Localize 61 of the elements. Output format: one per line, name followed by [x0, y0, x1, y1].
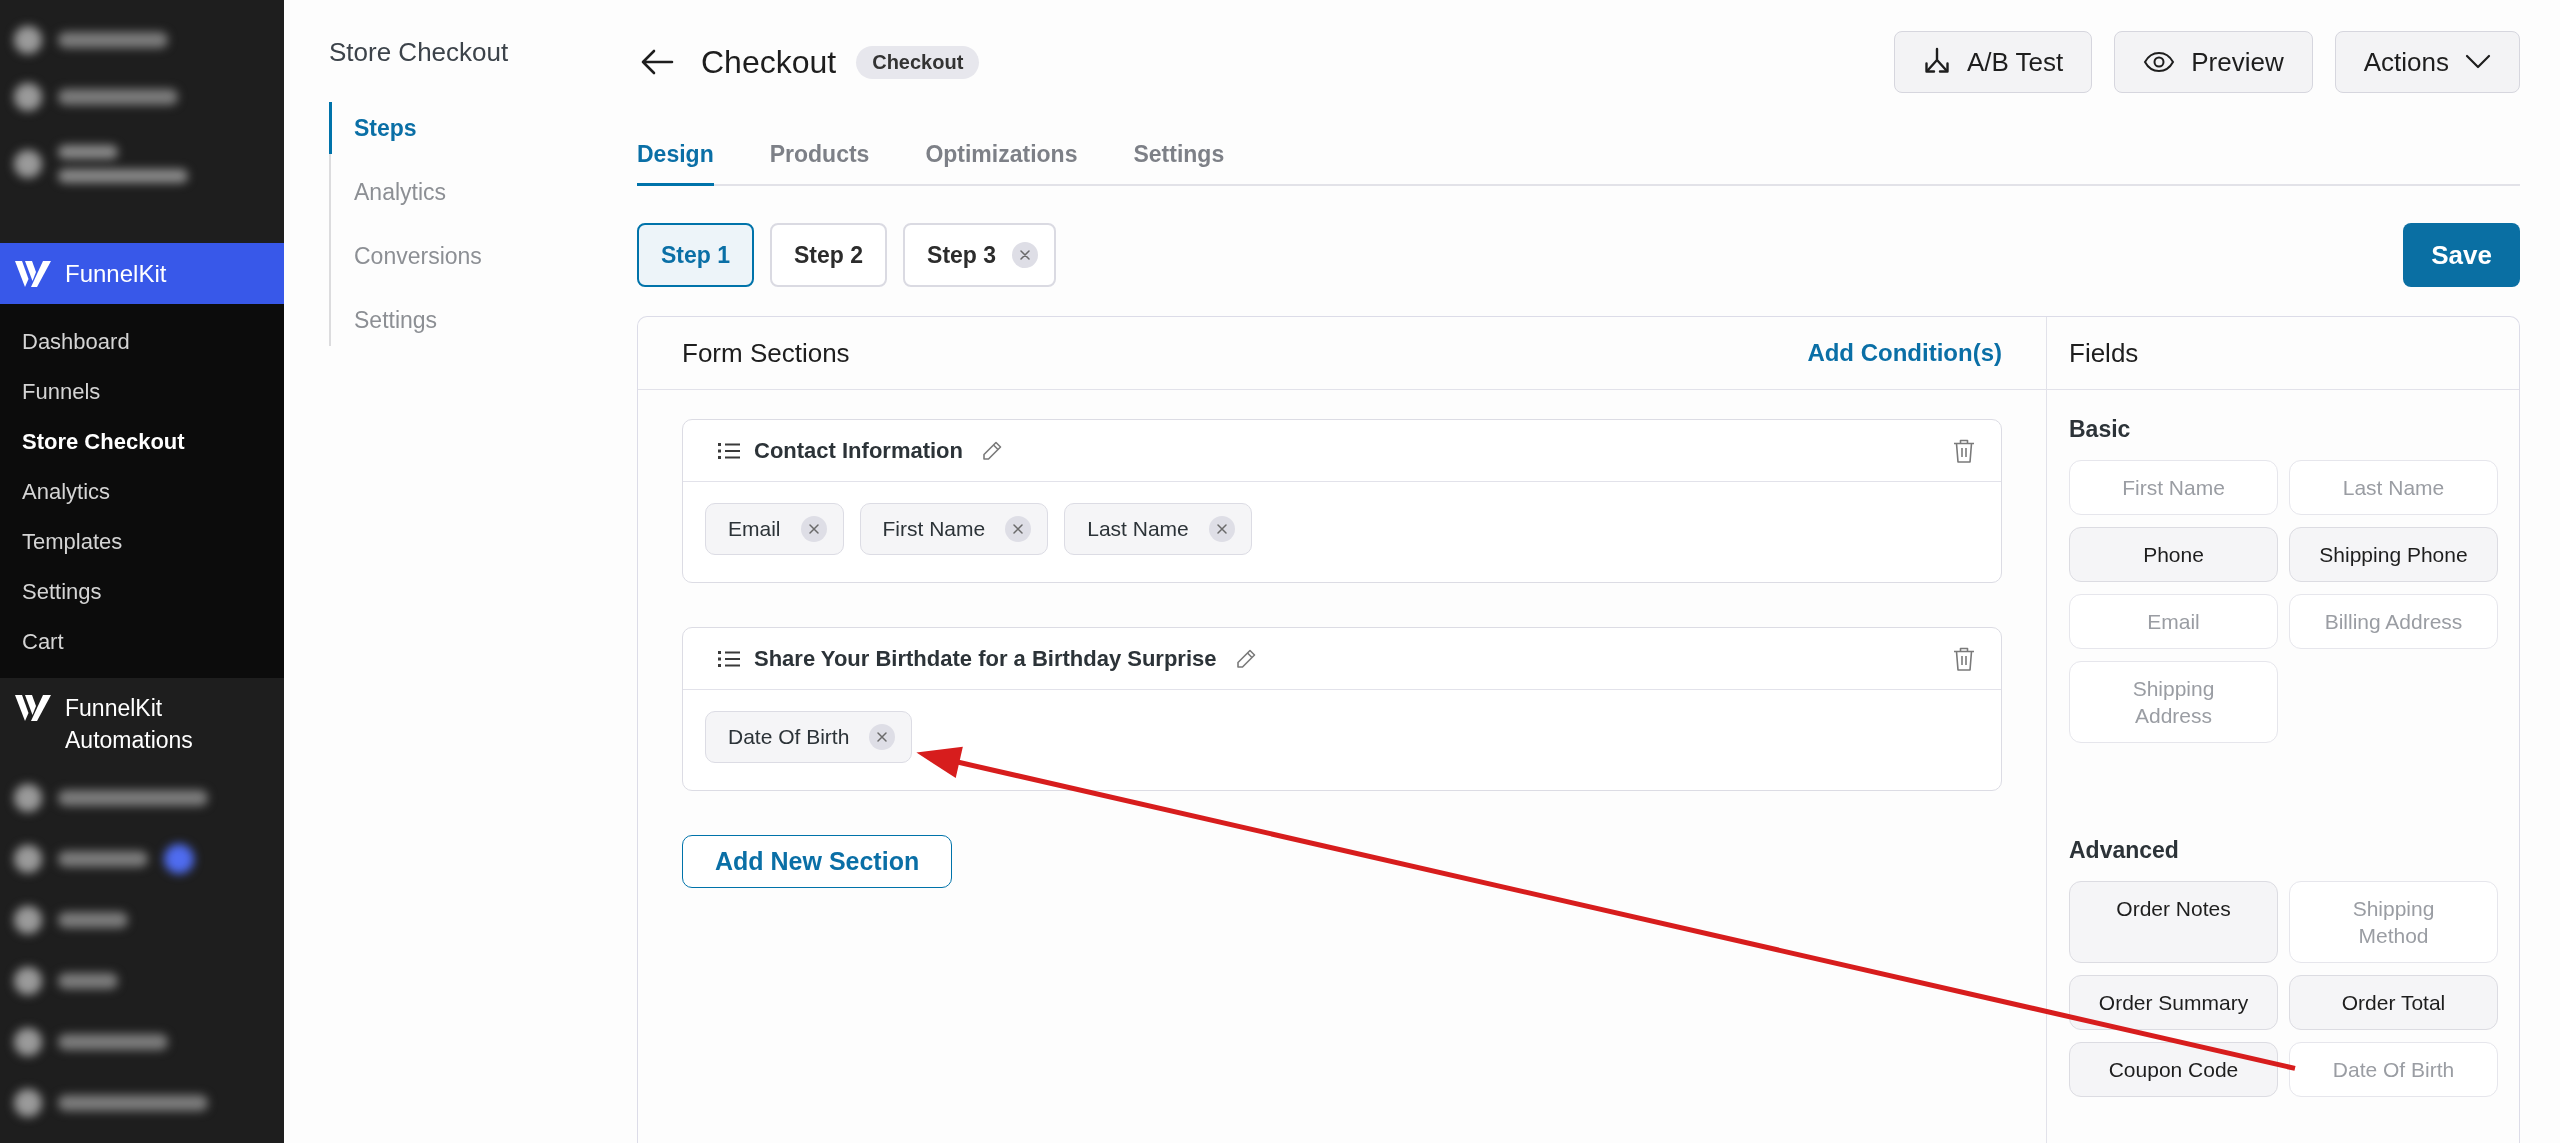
group-title: Basic — [2069, 415, 2131, 444]
preview-button[interactable]: Preview — [2114, 31, 2313, 93]
menu-item[interactable]: Dashboard — [0, 316, 284, 366]
trash-icon[interactable] — [1953, 645, 1975, 672]
panel-title: Fields — [2069, 336, 2139, 370]
remove-icon[interactable] — [1208, 516, 1235, 542]
field-tag-label: Last Name — [1087, 516, 1189, 543]
subnav-item[interactable]: Analytics — [329, 166, 579, 218]
subnav-item[interactable]: Settings — [329, 294, 579, 346]
tab[interactable]: Design — [637, 138, 714, 186]
step-tab[interactable]: Step 3 — [903, 223, 1057, 287]
ab-test-button[interactable]: A/B Test — [1893, 31, 2093, 93]
field-tag-label: Email — [728, 516, 781, 543]
page-title: Checkout — [701, 43, 837, 82]
field-option[interactable]: Shipping Phone — [2289, 527, 2498, 582]
field-option[interactable]: Order Total — [2289, 975, 2498, 1030]
remove-icon[interactable] — [1012, 242, 1039, 268]
list-icon[interactable] — [718, 649, 740, 668]
trash-icon[interactable] — [1953, 437, 1975, 464]
menu-item[interactable]: Cart — [0, 616, 284, 666]
remove-icon[interactable] — [869, 724, 896, 750]
panel-title: Form Sections — [682, 336, 850, 370]
add-section-button[interactable]: Add New Section — [682, 835, 953, 888]
pencil-icon[interactable] — [981, 439, 1003, 462]
tab[interactable]: Products — [769, 138, 870, 186]
remove-icon[interactable] — [1005, 516, 1032, 542]
tab[interactable]: Settings — [1133, 138, 1225, 186]
field-option[interactable]: Phone — [2069, 527, 2278, 582]
step-tab[interactable]: Step 1 — [637, 223, 755, 287]
section-title: Share Your Birthdate for a Birthday Surprise — [754, 645, 1217, 673]
subnav-item[interactable]: Steps — [329, 102, 579, 154]
field-tag-label: First Name — [882, 516, 986, 543]
chevron-down-icon — [2465, 54, 2491, 70]
menu-item[interactable]: Funnels — [0, 366, 284, 416]
menu-item[interactable]: Templates — [0, 516, 284, 566]
step-tab[interactable]: Step 2 — [770, 223, 888, 287]
pencil-icon[interactable] — [1234, 647, 1257, 670]
logo-icon — [15, 694, 51, 722]
menu-item[interactable]: Store Checkout — [0, 416, 284, 466]
field-option[interactable]: Order Notes — [2069, 881, 2278, 963]
brand-name: FunnelKit Automations — [65, 694, 194, 755]
save-button[interactable]: Save — [2403, 223, 2520, 287]
brand-name: FunnelKit — [65, 258, 167, 289]
type-badge: Checkout — [856, 45, 980, 79]
subnav-item[interactable]: Conversions — [329, 230, 579, 282]
group-title: Advanced — [2069, 836, 2179, 865]
add-condition-link[interactable]: Add Condition(s) — [1807, 335, 2002, 371]
remove-icon[interactable] — [800, 516, 827, 542]
logo-icon — [15, 259, 51, 288]
back-icon[interactable] — [640, 48, 674, 76]
field-option[interactable]: Order Summary — [2069, 975, 2278, 1030]
tab[interactable]: Optimizations — [925, 138, 1078, 186]
field-option[interactable]: Coupon Code — [2069, 1042, 2278, 1097]
subnav-title: Store Checkout — [329, 36, 509, 69]
menu-item[interactable]: Analytics — [0, 466, 284, 516]
actions-button[interactable]: Actions — [2334, 31, 2520, 93]
list-icon[interactable] — [718, 441, 740, 460]
eye-icon — [2143, 51, 2176, 73]
section-title: Contact Information — [754, 437, 963, 465]
menu-item[interactable]: Settings — [0, 566, 284, 616]
field-tag-label: Date Of Birth — [728, 724, 850, 751]
